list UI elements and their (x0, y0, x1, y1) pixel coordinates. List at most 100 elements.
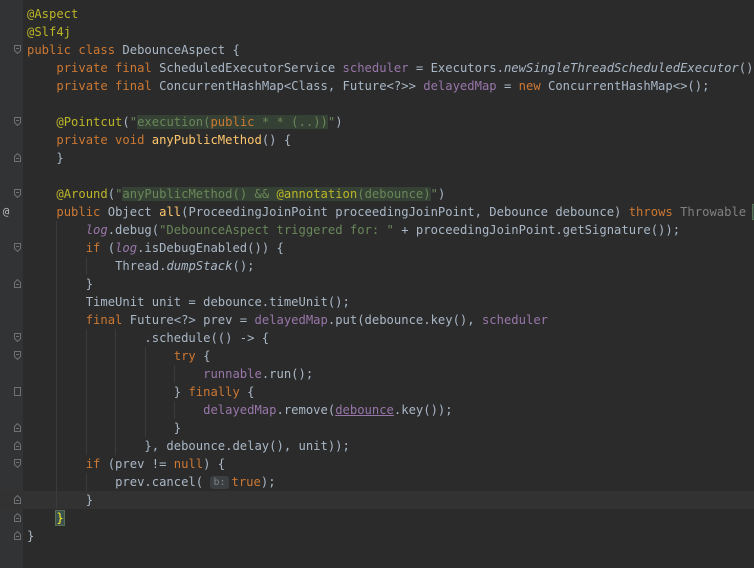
gutter-cell (0, 311, 23, 329)
code-line[interactable]: @Pointcut("execution(public * * (..))") (0, 113, 754, 131)
code-token: prev.cancel( (115, 475, 211, 489)
fold-open-icon[interactable] (14, 459, 21, 468)
code-text[interactable]: log.debug("DebounceAspect triggered for:… (27, 221, 680, 239)
aspect-advice-gutter-icon[interactable]: @ (0, 203, 12, 221)
code-token: () { (261, 133, 292, 147)
code-text[interactable]: @Aspect (27, 5, 78, 23)
code-text[interactable]: } (27, 149, 63, 167)
code-text[interactable]: prev.cancel( b: true); (27, 473, 276, 491)
code-text[interactable]: try { (27, 347, 211, 365)
code-area[interactable]: @Aspect @Slf4j public class DebounceAspect… (0, 5, 754, 545)
gutter-cell (0, 275, 23, 293)
code-text[interactable]: public Object all(ProceedingJoinPoint pr… (27, 203, 754, 221)
code-line[interactable]: public class DebounceAspect { (0, 41, 754, 59)
code-line[interactable]: private final ConcurrentHashMap<Class, F… (0, 77, 754, 95)
fold-close-icon[interactable] (14, 423, 21, 432)
code-line[interactable]: @Aspect (0, 5, 754, 23)
code-token: final (85, 313, 130, 327)
code-text[interactable]: Thread.dumpStack(); (27, 257, 254, 275)
code-line[interactable]: } (0, 509, 754, 527)
code-token: TimeUnit unit = debounce.timeUnit(); (85, 295, 350, 309)
code-line[interactable]: delayedMap.remove(debounce.key()); (0, 401, 754, 419)
code-line[interactable]: Thread.dumpStack(); (0, 257, 754, 275)
fold-open-icon[interactable] (14, 387, 21, 396)
code-line[interactable]: private final ScheduledExecutorService s… (0, 59, 754, 77)
code-text[interactable]: } finally { (27, 383, 255, 401)
code-text[interactable]: } (27, 527, 34, 545)
code-token: " (129, 115, 138, 129)
code-token: .isDebugEnabled()) { (137, 241, 284, 255)
fold-close-icon[interactable] (14, 153, 21, 162)
fold-open-icon[interactable] (14, 243, 21, 252)
code-token: runnable (203, 367, 262, 381)
code-text[interactable]: private void anyPublicMethod() { (27, 131, 291, 149)
code-line[interactable]: } (0, 491, 754, 509)
code-text[interactable]: @Pointcut("execution(public * * (..))") (27, 113, 343, 131)
gutter-cell (0, 23, 23, 41)
code-line[interactable]: try { (0, 347, 754, 365)
code-editor[interactable]: @Aspect @Slf4j public class DebounceAspect… (0, 0, 754, 568)
code-text[interactable]: delayedMap.remove(debounce.key()); (27, 401, 452, 419)
code-text[interactable]: } (27, 419, 181, 437)
code-line[interactable]: } (0, 419, 754, 437)
code-token: Future<?> prev = (129, 313, 255, 327)
code-text[interactable]: @Slf4j (27, 23, 71, 41)
code-text[interactable]: final Future<?> prev = delayedMap.put(de… (27, 311, 548, 329)
code-text[interactable]: TimeUnit unit = debounce.timeUnit(); (27, 293, 350, 311)
code-text[interactable]: } (27, 491, 93, 509)
gutter-cell (0, 5, 23, 23)
code-line[interactable]: @Around(" anyPublicMethod() && @annotatio… (0, 185, 754, 203)
code-token: scheduler (481, 313, 548, 327)
code-line[interactable]: .schedule(() -> { (0, 329, 754, 347)
fold-close-icon[interactable] (14, 279, 21, 288)
code-line[interactable]: @Slf4j (0, 23, 754, 41)
code-text[interactable]: } (27, 509, 65, 527)
code-text[interactable]: private final ScheduledExecutorService s… (27, 59, 754, 77)
code-text[interactable]: @Around(" anyPublicMethod() && @annotatio… (27, 185, 445, 203)
code-line[interactable]: } (0, 527, 754, 545)
code-line[interactable]: @ public Object all(ProceedingJoinPoint … (0, 203, 754, 221)
fold-close-icon[interactable] (14, 495, 21, 504)
fold-open-icon[interactable] (14, 333, 21, 342)
code-line[interactable]: final Future<?> prev = delayedMap.put(de… (0, 311, 754, 329)
code-line[interactable]: prev.cancel( b: true); (0, 473, 754, 491)
code-text[interactable]: public class DebounceAspect { (27, 41, 240, 59)
code-text[interactable]: private final ConcurrentHashMap<Class, F… (27, 77, 709, 95)
gutter-cell (0, 239, 23, 257)
fold-open-icon[interactable] (14, 351, 21, 360)
code-line[interactable]: } finally { (0, 383, 754, 401)
gutter-cell (0, 59, 23, 77)
fold-close-icon[interactable] (14, 531, 21, 540)
code-text[interactable]: } (27, 275, 93, 293)
code-line[interactable]: log.debug("DebounceAspect triggered for:… (0, 221, 754, 239)
fold-open-icon[interactable] (14, 45, 21, 54)
code-text[interactable]: .schedule(() -> { (27, 329, 269, 347)
code-line[interactable]: }, debounce.delay(), unit)); (0, 437, 754, 455)
gutter-cell (0, 509, 23, 527)
fold-open-icon[interactable] (14, 117, 21, 126)
fold-close-icon[interactable] (14, 513, 21, 522)
code-token: } (55, 510, 65, 526)
code-text[interactable]: if (prev != null) { (27, 455, 225, 473)
code-line[interactable]: runnable.run(); (0, 365, 754, 383)
code-token: ( (122, 115, 130, 129)
code-line[interactable] (0, 167, 754, 185)
fold-close-icon[interactable] (14, 441, 21, 450)
code-text[interactable]: if (log.isDebugEnabled()) { (27, 239, 284, 257)
code-line[interactable]: if (prev != null) { (0, 455, 754, 473)
code-line[interactable]: if (log.isDebugEnabled()) { (0, 239, 754, 257)
gutter-cell (0, 95, 23, 113)
fold-open-icon[interactable] (14, 189, 21, 198)
code-line[interactable]: private void anyPublicMethod() { (0, 131, 754, 149)
code-token: null (173, 457, 204, 471)
code-line[interactable]: } (0, 275, 754, 293)
code-text[interactable]: }, debounce.delay(), unit)); (27, 437, 349, 455)
code-token: Throwable (680, 205, 754, 219)
code-line[interactable]: } (0, 149, 754, 167)
code-line[interactable] (0, 95, 754, 113)
code-text[interactable]: runnable.run(); (27, 365, 313, 383)
code-line[interactable]: TimeUnit unit = debounce.timeUnit(); (0, 293, 754, 311)
